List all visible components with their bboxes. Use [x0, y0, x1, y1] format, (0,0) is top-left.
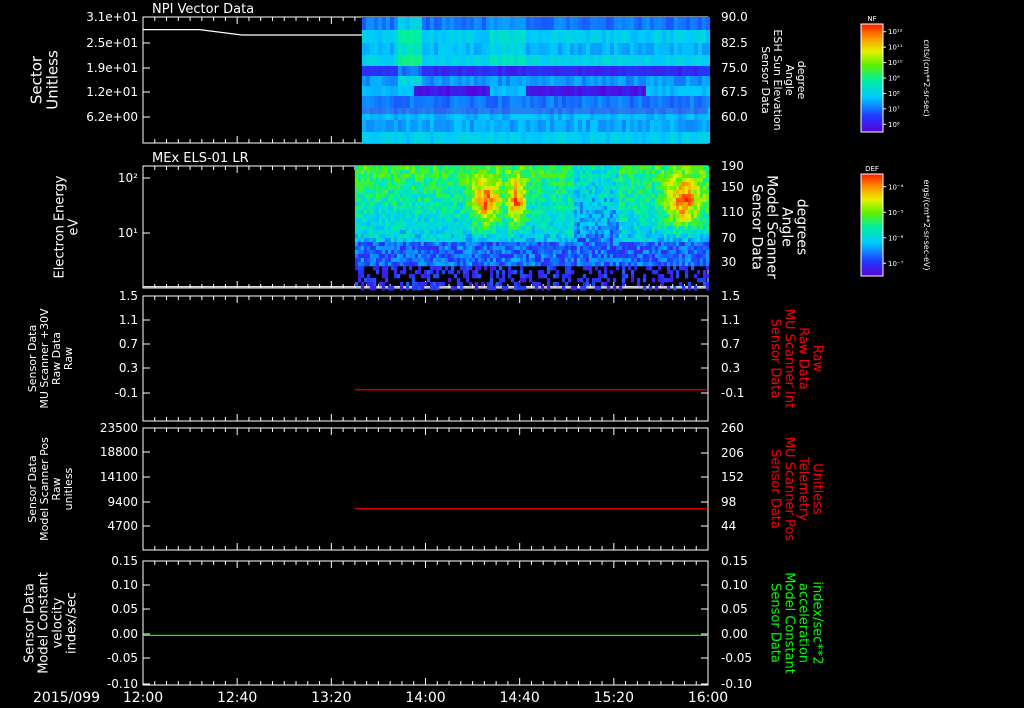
- colorbar-gradient: [860, 173, 884, 277]
- colorbar-units: ergs/(cm**2-sr-sec-eV): [922, 179, 931, 270]
- colorbar-tick-label: 10⁻⁷: [888, 260, 904, 268]
- panel-4: 23500 18800 14100 9400 4700 260 206 152 98 44 Sens…: [26, 421, 824, 551]
- colorbar-tick-label: 10¹⁰: [888, 59, 903, 67]
- panel-frame: [142, 295, 709, 422]
- time-tick-label: 12:40: [217, 690, 257, 706]
- colorbar-label: NF: [867, 15, 876, 23]
- left-tick-label: 0.10: [111, 578, 138, 592]
- colorbar-tick-label: 10⁹: [888, 75, 900, 83]
- right-tick-label: 0.7: [721, 337, 740, 351]
- time-tick-label: 14:00: [405, 690, 445, 706]
- time-axis: 2015/099 12:00 12:40 13:20 14:00 14:40 15:20 16…: [33, 690, 728, 706]
- right-tick-label: 1.1: [721, 313, 740, 327]
- right-tick-label: 0.15: [721, 554, 748, 568]
- right-tick-label: 206: [721, 446, 744, 460]
- colorbar-tick-label: 10⁻⁵: [888, 209, 904, 217]
- right-tick-label: 0.3: [721, 361, 740, 375]
- left-tick-label: -0.1: [115, 386, 138, 400]
- left-tick-label: 1.5: [119, 289, 138, 303]
- right-tick-label: 82.5: [721, 36, 748, 50]
- left-tick-label: 10¹: [118, 226, 138, 240]
- left-tick-label: 1.1: [119, 313, 138, 327]
- left-tick-label: 10²: [118, 171, 138, 185]
- right-tick-label: 150: [721, 180, 744, 194]
- left-tick-label: 3.1e+01: [86, 10, 138, 24]
- right-axis-title: Sensor DataModel ScannerAngledegrees: [749, 175, 810, 279]
- colorbar-units: cnts/(cm**2-sr-sec): [922, 39, 931, 116]
- right-tick-label: 110: [721, 205, 744, 219]
- right-tick-label: -0.05: [721, 651, 752, 665]
- colorbar-tick-label: 10¹²: [888, 28, 903, 36]
- left-tick-label: 14100: [100, 470, 138, 484]
- right-tick-label: 1.5: [721, 289, 740, 303]
- left-axis-title: Sensor DataMU Scanner +30VRaw DataRaw: [26, 308, 75, 409]
- time-tick-label: 16:00: [688, 690, 728, 706]
- time-tick-label: 14:40: [499, 690, 539, 706]
- colorbar-label: DEF: [865, 165, 879, 173]
- panel-title: NPI Vector Data: [152, 2, 254, 17]
- colorbar: NF 10¹² 10¹¹ 10¹⁰ 10⁹ 10⁸ 10⁷ 10⁶ cnts/(cm**2-sr…: [860, 15, 931, 133]
- time-axis-date: 2015/099: [33, 690, 100, 706]
- right-tick-label: 0.10: [721, 578, 748, 592]
- right-tick-label: 30: [721, 255, 736, 269]
- plot-stage: NPI Vector Data 3.1e+01 2.5e+01 1.9e+01 1.2e…: [23, 2, 931, 706]
- right-tick-label: 75.0: [721, 61, 748, 75]
- right-tick-label: 98: [721, 495, 736, 509]
- left-tick-label: 6.2e+00: [86, 110, 138, 124]
- right-tick-label: 44: [721, 519, 736, 533]
- time-tick-label: 15:20: [594, 690, 634, 706]
- right-axis-title: Sensor DataESH Sun ElevationAngledegree: [759, 29, 808, 130]
- left-tick-label: -0.10: [107, 677, 138, 691]
- panel-frame: [142, 560, 709, 686]
- right-tick-label: 260: [721, 421, 744, 435]
- colorbar: DEF 10⁻⁴ 10⁻⁵ 10⁻⁶ 10⁻⁷ ergs/(cm**2-sr-sec-eV…: [860, 165, 931, 277]
- time-tick-label: 13:20: [311, 690, 351, 706]
- right-tick-label: -0.10: [721, 677, 752, 691]
- left-axis-title: Sensor DataModel Constantvelocityindex/s…: [23, 572, 80, 674]
- left-tick-label: 0.3: [119, 361, 138, 375]
- left-tick-label: 9400: [107, 495, 138, 509]
- colorbar-gradient: [860, 23, 884, 133]
- colorbar-tick-label: 10⁻⁶: [888, 234, 904, 242]
- left-tick-label: 0.00: [111, 627, 138, 641]
- left-tick-label: -0.05: [107, 651, 138, 665]
- right-axis-title: Sensor DataMU Scanner IntRaw DataRaw: [767, 309, 824, 408]
- left-axis-title: Sensor DataModel Scanner PosRawunitless: [26, 437, 75, 541]
- left-tick-label: 4700: [107, 519, 138, 533]
- right-tick-label: 190: [721, 159, 744, 173]
- left-tick-label: 23500: [100, 421, 138, 435]
- right-axis-title: Sensor DataModel Constantaccelerationind…: [767, 572, 824, 674]
- panel-5: 0.15 0.10 0.05 0.00 -0.05 -0.10 0.15 0.10 0.05 0.…: [23, 554, 825, 691]
- panel-title: MEx ELS-01 LR: [152, 151, 249, 166]
- left-tick-label: 0.7: [119, 337, 138, 351]
- colorbar-tick-label: 10⁶: [888, 121, 900, 129]
- time-tick-label: 12:00: [123, 690, 163, 706]
- right-tick-label: 70: [721, 231, 736, 245]
- colorbar-tick-label: 10⁸: [888, 90, 900, 98]
- right-tick-label: -0.1: [721, 386, 744, 400]
- right-tick-label: 67.5: [721, 85, 748, 99]
- left-tick-label: 0.15: [111, 554, 138, 568]
- left-axis-title: SectorUnitless: [27, 50, 61, 110]
- left-tick-label: 0.05: [111, 602, 138, 616]
- colorbar-tick-label: 10⁷: [888, 105, 900, 113]
- colorbar-tick-label: 10¹¹: [888, 44, 903, 52]
- left-axis-title: Electron EnergyeV: [53, 175, 82, 278]
- panel-frame: [142, 427, 709, 551]
- left-tick-label: 2.5e+01: [86, 36, 138, 50]
- right-tick-label: 60.0: [721, 110, 748, 124]
- left-tick-label: 18800: [100, 445, 138, 459]
- right-axis-title: Sensor DataMU Scanner PosTelemetryUnitle…: [767, 437, 824, 542]
- npi-spectrogram: [361, 17, 711, 143]
- right-tick-label: 0.00: [721, 627, 748, 641]
- right-tick-label: 90.0: [721, 10, 748, 24]
- panel-3: 1.5 1.1 0.7 0.3 -0.1 1.5 1.1 0.7 0.3 -0.1 Sensor D…: [26, 289, 824, 422]
- els-spectrogram: [354, 166, 710, 291]
- colorbar-tick-label: 10⁻⁴: [888, 183, 904, 191]
- right-tick-label: 0.05: [721, 602, 748, 616]
- right-tick-label: 152: [721, 470, 744, 484]
- left-tick-label: 1.2e+01: [86, 85, 138, 99]
- left-tick-label: 1.9e+01: [86, 61, 138, 75]
